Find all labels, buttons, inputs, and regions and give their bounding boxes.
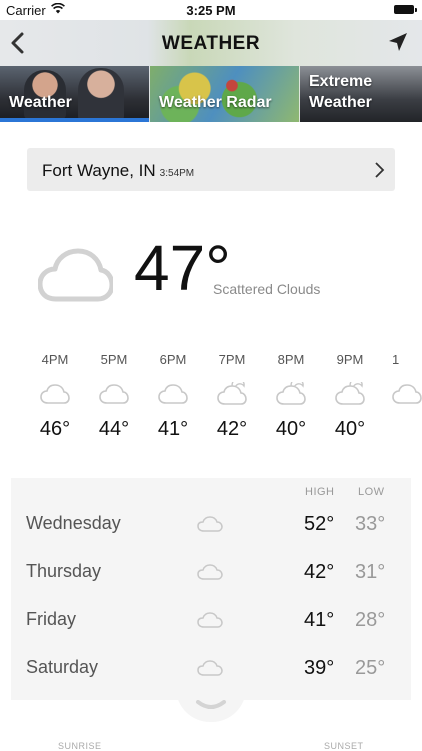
expand-handle[interactable] <box>176 688 246 722</box>
hourly-item: 6PM 41° <box>148 352 198 441</box>
clock: 3:25 PM <box>186 3 236 18</box>
hour-temp: 42° <box>216 418 248 440</box>
hourly-item: 5PM 44° <box>89 352 139 441</box>
hourly-item: 7PM 42° <box>207 352 257 441</box>
current-condition: Scattered Clouds <box>213 281 321 297</box>
hour-time: 7PM <box>218 352 246 367</box>
daily-row: Saturday 39° 25° <box>11 643 411 691</box>
category-tabs: Weather Weather Radar Extreme Weather <box>0 66 422 122</box>
hour-temp: 41° <box>157 418 189 440</box>
cloud-moon-icon <box>276 382 306 405</box>
selected-tab-indicator <box>0 118 149 122</box>
day-low: 25° <box>355 657 386 679</box>
hourly-item: 9PM 40° <box>325 352 375 441</box>
tab-weather-label: Weather <box>9 94 72 111</box>
daily-row: Wednesday 52° 33° <box>11 499 411 547</box>
chevron-right-icon <box>375 162 385 178</box>
day-name: Friday <box>26 609 77 629</box>
day-low: 33° <box>355 513 386 535</box>
day-high: 52° <box>304 513 335 535</box>
hourly-forecast[interactable]: 4PM 46° 5PM 44° 6PM 41° 7PM 42° 8PM 40° … <box>0 352 422 452</box>
tab-weather[interactable]: Weather <box>0 66 149 122</box>
day-low: 28° <box>355 609 386 631</box>
page-title: WEATHER <box>161 33 261 54</box>
hourly-item: 8PM 40° <box>266 352 316 441</box>
hour-temp: 46° <box>39 418 71 440</box>
location-selector[interactable]: Fort Wayne, IN 3:54PM <box>27 148 395 191</box>
updated-time: 3:54PM <box>159 168 195 179</box>
hour-time: 5PM <box>100 352 128 367</box>
day-name: Thursday <box>26 561 102 581</box>
hour-time: 6PM <box>159 352 187 367</box>
day-name: Wednesday <box>26 513 121 533</box>
daily-forecast: HIGH LOW Wednesday 52° 33° Thursday 42° … <box>11 478 411 700</box>
cloud-icon <box>38 248 113 302</box>
tab-weather-radar-label: Weather Radar <box>159 94 272 111</box>
hour-time: 4PM <box>41 352 69 367</box>
hour-temp: 44° <box>98 418 130 440</box>
status-bar: Carrier 3:25 PM <box>0 0 422 20</box>
header: WEATHER Weather Weather Radar Extreme We… <box>0 20 422 122</box>
day-high: 39° <box>304 657 335 679</box>
day-high: 42° <box>304 561 335 583</box>
hour-time: 8PM <box>277 352 305 367</box>
cloud-icon <box>197 516 223 532</box>
chevron-down-icon <box>196 700 226 709</box>
cloud-icon <box>392 384 422 404</box>
location-row: Fort Wayne, IN 3:54PM <box>42 161 194 181</box>
day-high: 41° <box>304 609 335 631</box>
hour-time: 9PM <box>336 352 364 367</box>
location-arrow-icon[interactable] <box>386 30 410 54</box>
cloud-icon <box>197 564 223 580</box>
cloud-icon <box>40 384 70 404</box>
daily-row: Friday 41° 28° <box>11 595 411 643</box>
day-name: Saturday <box>26 657 99 677</box>
low-header: LOW <box>358 486 385 498</box>
hourly-item: 1 <box>384 352 422 418</box>
hourly-item: 4PM 46° <box>30 352 80 441</box>
high-header: HIGH <box>305 486 335 498</box>
anchor-photo-right <box>78 68 124 122</box>
cloud-moon-icon <box>217 382 247 405</box>
cloud-moon-icon <box>335 382 365 405</box>
cloud-icon <box>197 612 223 628</box>
cloud-icon <box>99 384 129 404</box>
battery-icon <box>394 5 417 14</box>
city-name: Fort Wayne, IN <box>42 161 156 180</box>
tab-extreme-weather-label: Extreme Weather <box>309 73 373 111</box>
hour-temp: 40° <box>334 418 366 440</box>
hour-time: 1 <box>392 352 400 367</box>
daily-row: Thursday 42° 31° <box>11 547 411 595</box>
cloud-icon <box>158 384 188 404</box>
hour-temp: 40° <box>275 418 307 440</box>
tab-extreme-weather[interactable]: Extreme Weather <box>300 66 422 122</box>
day-low: 31° <box>355 561 386 583</box>
cloud-icon <box>197 660 223 676</box>
tab-weather-radar[interactable]: Weather Radar <box>150 66 299 122</box>
